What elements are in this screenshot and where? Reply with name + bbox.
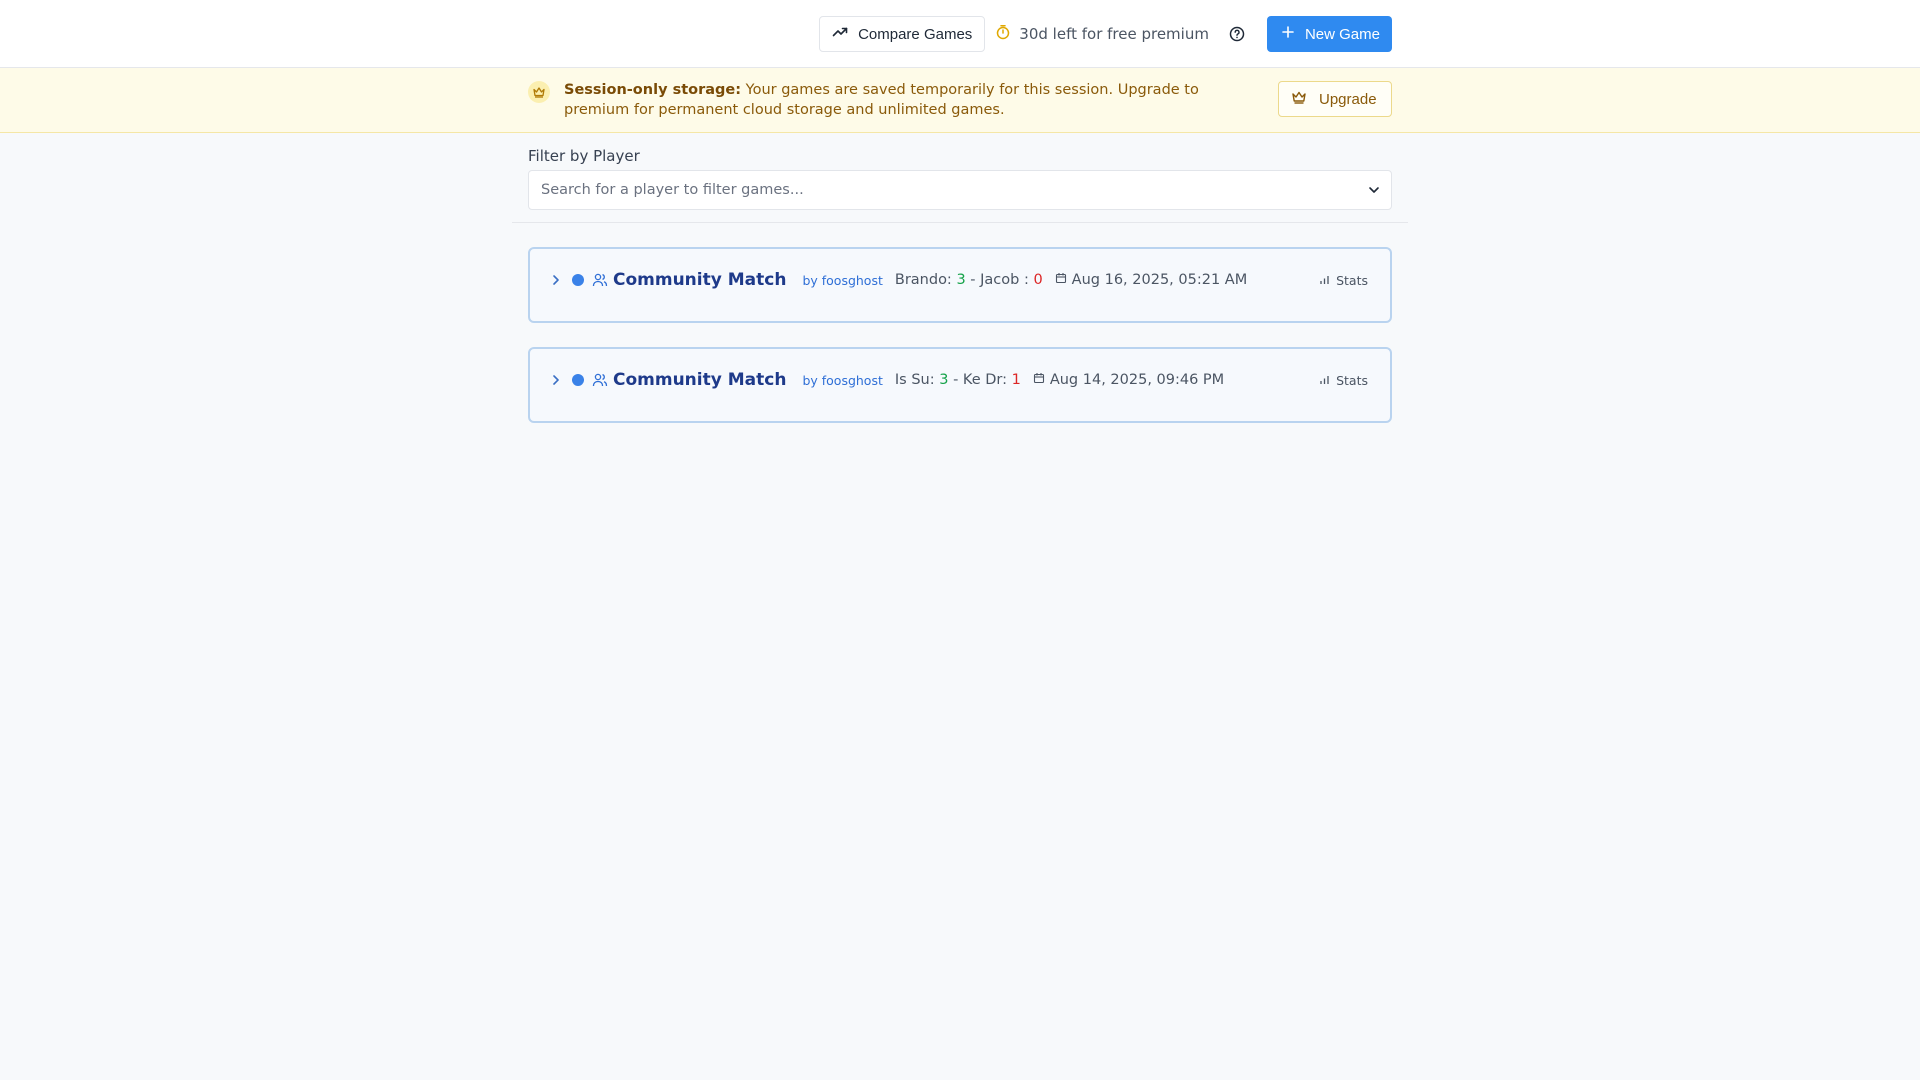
game-score: Is Su: 3 - Ke Dr: 1 bbox=[895, 372, 1021, 388]
game-score: Brando: 3 - Jacob : 0 bbox=[895, 272, 1043, 288]
crown-icon bbox=[1291, 89, 1307, 109]
status-dot bbox=[572, 374, 584, 386]
player-two-score: 1 bbox=[1011, 372, 1021, 388]
help-icon[interactable] bbox=[1225, 22, 1249, 46]
filter-placeholder: Search for a player to filter games... bbox=[541, 182, 804, 198]
game-card[interactable]: Community Match by foosghost Is Su: 3 - … bbox=[528, 347, 1392, 423]
premium-timer: 30d left for free premium bbox=[995, 24, 1209, 44]
chevron-down-icon bbox=[1367, 183, 1381, 201]
new-game-label: New Game bbox=[1304, 25, 1380, 43]
player-one-score: 3 bbox=[939, 372, 949, 388]
timer-icon bbox=[995, 24, 1011, 44]
divider bbox=[512, 222, 1408, 223]
player-two-score: 0 bbox=[1033, 272, 1043, 288]
plus-icon bbox=[1281, 25, 1295, 43]
chevron-right-icon[interactable] bbox=[546, 370, 566, 390]
game-date: Aug 16, 2025, 05:21 AM bbox=[1055, 272, 1248, 288]
game-author: by foosghost bbox=[802, 272, 883, 288]
banner-title: Session-only storage: bbox=[564, 82, 742, 98]
player-one-name: Brando: bbox=[894, 272, 952, 288]
users-icon bbox=[592, 271, 610, 289]
player-one-score: 3 bbox=[956, 272, 966, 288]
compare-games-button[interactable]: Compare Games bbox=[819, 16, 986, 52]
chevron-right-icon[interactable] bbox=[546, 270, 566, 290]
stats-button[interactable]: Stats bbox=[1319, 373, 1368, 388]
game-author: by foosghost bbox=[802, 372, 883, 388]
game-title[interactable]: Community Match bbox=[613, 270, 786, 290]
stats-label: Stats bbox=[1336, 272, 1368, 288]
status-dot bbox=[572, 274, 584, 286]
upgrade-label: Upgrade bbox=[1319, 90, 1377, 108]
header-actions: Compare Games 30d left for free premium … bbox=[819, 16, 1392, 52]
player-filter-select[interactable]: Search for a player to filter games... bbox=[528, 170, 1392, 210]
game-date-text: Aug 14, 2025, 09:46 PM bbox=[1049, 372, 1225, 388]
premium-timer-text: 30d left for free premium bbox=[1019, 25, 1209, 43]
stats-label: Stats bbox=[1336, 372, 1368, 388]
game-date-text: Aug 16, 2025, 05:21 AM bbox=[1071, 272, 1248, 288]
filter-label: Filter by Player bbox=[528, 147, 640, 165]
top-header: Compare Games 30d left for free premium … bbox=[0, 0, 1920, 68]
calendar-icon bbox=[1055, 272, 1067, 288]
new-game-button[interactable]: New Game bbox=[1266, 16, 1392, 52]
player-two-name: - Ke Dr: bbox=[953, 372, 1007, 388]
users-icon bbox=[592, 371, 610, 389]
player-one-name: Is Su: bbox=[894, 372, 935, 388]
bar-chart-icon bbox=[1319, 373, 1330, 388]
session-storage-banner: Session-only storage: Your games are sav… bbox=[0, 68, 1920, 133]
upgrade-button[interactable]: Upgrade bbox=[1278, 81, 1392, 117]
trending-up-icon bbox=[832, 24, 848, 44]
crown-icon bbox=[528, 81, 550, 103]
game-title[interactable]: Community Match bbox=[613, 370, 786, 390]
compare-games-label: Compare Games bbox=[858, 25, 973, 43]
game-card[interactable]: Community Match by foosghost Brando: 3 -… bbox=[528, 247, 1392, 323]
calendar-icon bbox=[1033, 372, 1045, 388]
game-date: Aug 14, 2025, 09:46 PM bbox=[1033, 372, 1224, 388]
player-two-name: - Jacob : bbox=[970, 272, 1029, 288]
stats-button[interactable]: Stats bbox=[1319, 273, 1368, 288]
bar-chart-icon bbox=[1319, 273, 1330, 288]
banner-message: Session-only storage: Your games are sav… bbox=[564, 80, 1264, 120]
